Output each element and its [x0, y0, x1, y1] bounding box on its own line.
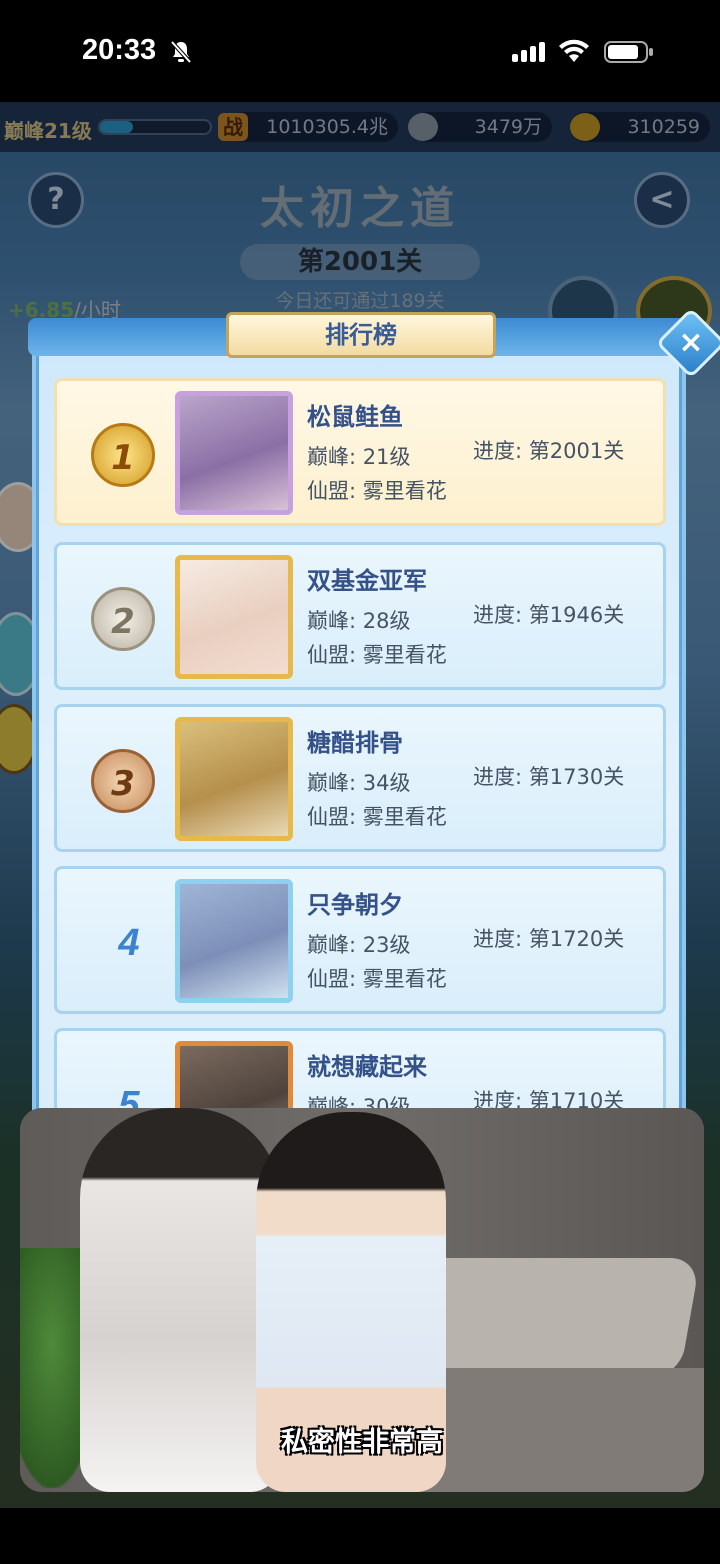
rank-gold-badge-icon: 1 — [91, 423, 155, 487]
screen: { "status_bar": {"time": "20:33"}, "reso… — [0, 0, 720, 1564]
player-avatar — [175, 391, 293, 515]
player-alliance: 仙盟: 雾里看花 — [307, 805, 447, 829]
wifi-icon — [559, 39, 589, 62]
battery-icon — [604, 41, 653, 63]
player-name: 就想藏起来 — [307, 1053, 427, 1081]
player-alliance: 仙盟: 雾里看花 — [307, 967, 447, 991]
player-peak: 巅峰: 28级 — [307, 609, 411, 633]
leaderboard-title: 排行榜 — [226, 312, 496, 358]
video-ad[interactable]: 私密性非常高 — [20, 1108, 704, 1492]
player-alliance: 仙盟: 雾里看花 — [307, 643, 447, 667]
player-peak: 巅峰: 34级 — [307, 771, 411, 795]
bell-muted-icon — [170, 40, 192, 64]
leaderboard-row[interactable]: 3 糖醋排骨 巅峰: 34级 进度: 第1730关 仙盟: 雾里看花 — [54, 704, 666, 852]
rank-number: 4 — [118, 922, 140, 964]
player-progress: 进度: 第2001关 — [473, 439, 625, 463]
rank-bronze-badge-icon: 3 — [91, 749, 155, 813]
player-alliance: 仙盟: 雾里看花 — [307, 479, 447, 503]
player-progress: 进度: 第1730关 — [473, 765, 625, 789]
player-name: 双基金亚军 — [307, 567, 427, 595]
player-avatar — [175, 879, 293, 1003]
player-avatar — [175, 555, 293, 679]
bottom-bar — [0, 1508, 720, 1564]
clock: 20:33 — [82, 34, 157, 66]
player-peak: 巅峰: 23级 — [307, 933, 411, 957]
player-progress: 进度: 第1946关 — [473, 603, 625, 627]
status-bar: 20:33 — [0, 0, 720, 102]
leaderboard-row[interactable]: 2 双基金亚军 巅峰: 28级 进度: 第1946关 仙盟: 雾里看花 — [54, 542, 666, 690]
player-peak: 巅峰: 21级 — [307, 445, 411, 469]
leaderboard-row[interactable]: 1 松鼠鲑鱼 巅峰: 21级 进度: 第2001关 仙盟: 雾里看花 — [54, 378, 666, 526]
cellular-signal-icon — [512, 42, 545, 62]
player-name: 糖醋排骨 — [307, 729, 403, 757]
close-icon: × — [678, 325, 704, 360]
rank-silver-badge-icon: 2 — [91, 587, 155, 651]
player-name: 只争朝夕 — [307, 891, 403, 919]
leaderboard-row[interactable]: 4 只争朝夕 巅峰: 23级 进度: 第1720关 仙盟: 雾里看花 — [54, 866, 666, 1014]
player-avatar — [175, 717, 293, 841]
video-caption: 私密性非常高 — [281, 1427, 443, 1458]
player-name: 松鼠鲑鱼 — [307, 403, 403, 431]
player-progress: 进度: 第1720关 — [473, 927, 625, 951]
